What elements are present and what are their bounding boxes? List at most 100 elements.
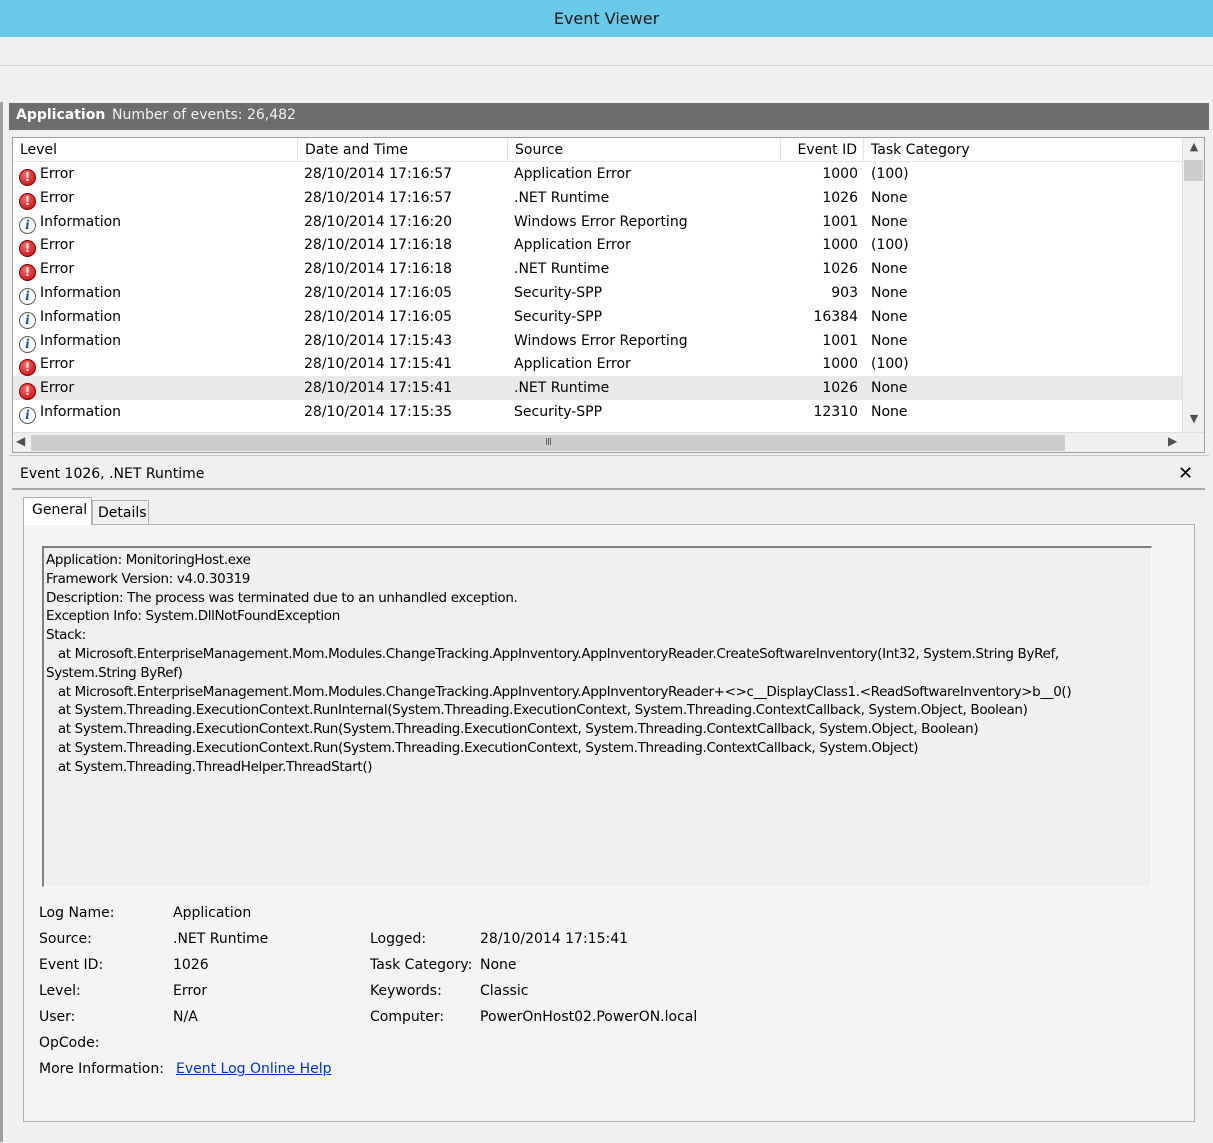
vertical-scrollbar[interactable]: ▲ ▼: [1182, 138, 1204, 432]
information-icon: i: [19, 288, 36, 305]
cell-event-id: 1000: [822, 237, 858, 254]
scroll-up-icon[interactable]: ▲: [1183, 140, 1204, 158]
error-icon: !: [19, 383, 36, 401]
tab-details[interactable]: Details: [92, 500, 149, 525]
cell-task-category: None: [871, 404, 908, 420]
cell-date: 28/10/2014 17:16:57: [304, 189, 453, 206]
cell-level: ! Error: [19, 233, 299, 258]
table-row[interactable]: ! Error 28/10/2014 17:15:41 .NET Runtime 102…: [13, 376, 1182, 401]
column-header-date[interactable]: Date and Time: [298, 138, 508, 162]
cell-level: i Information: [19, 281, 299, 305]
source-label: Source:: [39, 931, 92, 947]
cell-level: i Information: [19, 329, 299, 353]
event-properties: Log Name: Application Source: .NET Runti…: [39, 905, 1179, 1085]
table-row[interactable]: i Information 28/10/2014 17:15:43 Windows E…: [13, 329, 1182, 353]
table-row[interactable]: ! Error 28/10/2014 17:15:41 Application Err…: [13, 352, 1182, 377]
table-row[interactable]: i Information 28/10/2014 17:16:20 Windows E…: [13, 210, 1182, 234]
cell-date: 28/10/2014 17:15:41: [304, 380, 453, 397]
keywords-value: Classic: [480, 983, 529, 999]
general-tab-panel: Application: MonitoringHost.exe Framewor…: [23, 524, 1195, 1122]
cell-task-category: None: [871, 380, 908, 397]
cell-event-id: 1026: [822, 189, 858, 206]
cell-level: i Information: [19, 400, 299, 424]
cell-source: Security-SPP: [514, 404, 603, 420]
table-row[interactable]: i Information 28/10/2014 17:16:05 Security-…: [13, 305, 1182, 329]
navigation-pane-edge[interactable]: [0, 102, 3, 1142]
event-count: Number of events: 26,482: [112, 107, 296, 123]
cell-task-category: (100): [871, 356, 909, 373]
task-category-label: Task Category:: [370, 957, 473, 973]
window-title: Event Viewer: [0, 0, 1213, 37]
cell-date: 28/10/2014 17:15:35: [304, 404, 453, 420]
level-text: Information: [40, 308, 122, 325]
level-text: Information: [40, 285, 122, 301]
horizontal-scroll-thumb[interactable]: III: [31, 435, 1065, 451]
cell-event-id: 1026: [822, 261, 858, 278]
logged-value: 28/10/2014 17:15:41: [480, 931, 629, 947]
event-description[interactable]: Application: MonitoringHost.exe Framewor…: [42, 546, 1152, 887]
cell-date: 28/10/2014 17:15:41: [304, 356, 453, 373]
error-icon: !: [19, 169, 36, 186]
column-header-level[interactable]: Level: [13, 138, 298, 162]
level-text: Information: [40, 404, 122, 420]
log-name-value: Application: [173, 905, 252, 921]
table-row[interactable]: i Information 28/10/2014 17:15:35 Security-…: [13, 400, 1182, 424]
error-icon: !: [19, 192, 36, 210]
cell-event-id: 903: [831, 285, 858, 301]
cell-source: .NET Runtime: [514, 380, 610, 397]
column-header-source[interactable]: Source: [508, 138, 781, 162]
horizontal-scrollbar[interactable]: ◀ III ▶: [13, 432, 1204, 452]
event-log-online-help-link[interactable]: Event Log Online Help: [176, 1061, 332, 1077]
level-text: Error: [40, 356, 75, 373]
cell-date: 28/10/2014 17:16:20: [304, 213, 453, 230]
information-icon: i: [19, 311, 36, 329]
cell-date: 28/10/2014 17:16:57: [304, 166, 453, 182]
cell-source: Windows Error Reporting: [514, 332, 688, 349]
cell-level: i Information: [19, 210, 299, 234]
information-icon: i: [19, 216, 36, 234]
scroll-right-icon[interactable]: ▶: [1168, 434, 1177, 448]
source-value: .NET Runtime: [173, 931, 269, 947]
table-row[interactable]: ! Error 28/10/2014 17:16:18 Application Err…: [13, 233, 1182, 258]
close-icon[interactable]: ✕: [1178, 463, 1193, 484]
cell-task-category: None: [871, 285, 908, 301]
column-header-task-category[interactable]: Task Category: [864, 138, 1182, 162]
error-icon: !: [19, 240, 36, 258]
cell-event-id: 1000: [822, 166, 858, 182]
task-category-value: None: [480, 957, 517, 973]
keywords-label: Keywords:: [370, 983, 442, 999]
column-header-event-id[interactable]: Event ID: [781, 138, 864, 162]
logged-label: Logged:: [370, 931, 427, 947]
scroll-down-icon[interactable]: ▼: [1183, 412, 1204, 430]
table-row[interactable]: ! Error 28/10/2014 17:16:57 .NET Runtime 102…: [13, 186, 1182, 210]
cell-level: i Information: [19, 305, 299, 329]
cell-source: Application Error: [514, 166, 631, 182]
level-text: Error: [40, 237, 75, 254]
table-row[interactable]: i Information 28/10/2014 17:16:05 Security-…: [13, 281, 1182, 305]
error-icon: !: [19, 264, 36, 282]
log-header: Application Number of events: 26,482: [9, 103, 1209, 130]
table-row[interactable]: ! Error 28/10/2014 17:16:57 Application Err…: [13, 162, 1182, 186]
level-label: Level:: [39, 983, 81, 999]
user-value: N/A: [173, 1009, 198, 1025]
information-icon: i: [19, 407, 36, 424]
cell-task-category: None: [871, 213, 908, 230]
more-information-label: More Information:: [39, 1061, 164, 1077]
table-row[interactable]: ! Error 28/10/2014 17:16:18 .NET Runtime 102…: [13, 257, 1182, 282]
cell-level: ! Error: [19, 162, 299, 186]
cell-event-id: 16384: [813, 308, 858, 325]
level-text: Error: [40, 189, 75, 206]
cell-source: Application Error: [514, 356, 631, 373]
scroll-left-icon[interactable]: ◀: [16, 434, 25, 448]
computer-value: PowerOnHost02.PowerON.local: [480, 1009, 698, 1025]
tab-general[interactable]: General: [23, 497, 92, 525]
grid-body: ! Error 28/10/2014 17:16:57 Application Err…: [13, 162, 1182, 432]
cell-task-category: None: [871, 308, 908, 325]
vertical-scroll-thumb[interactable]: [1184, 160, 1203, 181]
cell-level: ! Error: [19, 257, 299, 282]
cell-task-category: (100): [871, 237, 909, 254]
grid-header: Level Date and Time Source Event ID Task…: [13, 138, 1182, 162]
cell-level: ! Error: [19, 186, 299, 210]
events-grid[interactable]: Level Date and Time Source Event ID Task…: [12, 137, 1205, 453]
cell-date: 28/10/2014 17:15:43: [304, 332, 453, 349]
